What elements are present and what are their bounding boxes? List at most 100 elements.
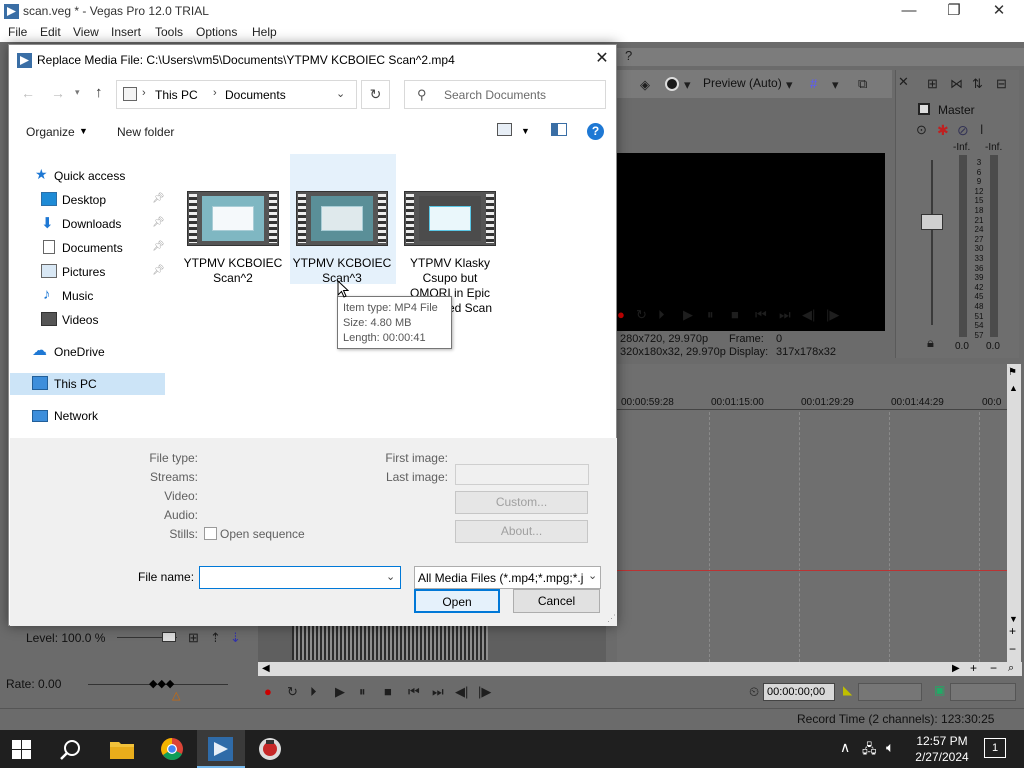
minimize-button[interactable]: — [886,0,932,23]
menu-options[interactable]: Options [196,25,237,39]
next-frame-icon[interactable]: |▶ [826,307,839,323]
scroll-up-icon[interactable]: ▲ [1009,383,1018,393]
mute-icon[interactable]: ⊘ [957,122,969,139]
pause-icon[interactable]: ⏸ [707,307,714,323]
scroll-left-icon[interactable]: ◀ [262,663,270,674]
volume-icon[interactable]: 🔈︎ [886,739,894,756]
organize-dropdown-icon[interactable]: ▼ [79,126,88,136]
play-icon[interactable]: ▶ [683,307,693,323]
nav-music[interactable]: ♪ Music [10,285,166,307]
up-arrow-icon[interactable]: ↑ [95,84,103,101]
system-clock[interactable]: 12:57 PM 2/27/2024 [912,733,972,765]
maximize-button[interactable]: ❐ [931,0,977,23]
cancel-button[interactable]: Cancel [513,589,600,613]
recorder-app-icon[interactable] [258,737,282,761]
last-image-field[interactable] [455,464,589,485]
view-options-icon[interactable] [497,123,512,136]
grid-icon[interactable]: # [810,76,817,91]
fx-icon[interactable]: ⇅ [972,76,983,92]
menu-view[interactable]: View [73,25,99,39]
windows-start-icon[interactable] [12,740,32,760]
master-toggle-icon[interactable] [918,103,930,115]
nav-documents[interactable]: Documents 📌︎ [10,237,166,259]
scroll-right-icon[interactable]: ▶ [952,663,960,674]
dropdown-icon[interactable]: ▾ [832,77,839,93]
breadcrumb-documents[interactable]: Documents [225,88,286,102]
scroll-down-icon[interactable]: ▼ [1009,614,1018,624]
menu-insert[interactable]: Insert [111,25,141,39]
nav-desktop[interactable]: Desktop 📌︎ [10,189,166,211]
timeline-h-scrollbar[interactable] [258,662,1022,676]
file-explorer-icon[interactable] [110,739,134,759]
h-zoom-in-icon[interactable]: + [970,661,977,675]
pause-icon[interactable]: ⏸ [359,684,366,700]
close-button[interactable]: ✕ [976,0,1022,23]
filter-dropdown-icon[interactable]: ⌄ [586,569,600,582]
tool-icon[interactable]: ? [625,48,632,63]
dialog-close-button[interactable]: ✕ [587,45,617,73]
network-status-icon[interactable]: 🖧︎ [862,740,877,762]
nav-pictures[interactable]: Pictures 📌︎ [10,261,166,283]
vegas-taskbar-button[interactable] [197,730,245,768]
go-to-start-icon[interactable]: ⏮ [755,307,767,323]
play-icon[interactable]: ▶ [335,684,345,700]
solo-icon[interactable]: ǀ [980,122,983,137]
nav-downloads[interactable]: ⬇ Downloads 📌︎ [10,213,166,235]
stop-icon[interactable]: ■ [731,307,739,322]
menu-tools[interactable]: Tools [155,25,183,39]
move-up-icon[interactable]: ⇡ [210,630,221,646]
preview-quality[interactable]: Preview (Auto) [703,76,782,90]
nav-quick-access[interactable]: ★ Quick access [10,165,166,187]
file-item[interactable]: YTPMV KCBOIEC Scan^2 [183,191,283,286]
go-to-start-icon[interactable]: ⏮ [408,684,420,700]
selection-length-field[interactable] [950,683,1016,701]
preview-settings-icon[interactable]: ◈ [640,77,650,93]
next-frame-icon[interactable]: |▶ [478,684,491,700]
marker-icon[interactable]: ⚑ [1008,367,1017,378]
show-hidden-icons-icon[interactable]: ∧ [840,739,850,756]
file-name-dropdown-icon[interactable]: ⌄ [386,570,395,583]
close-panel-icon[interactable]: ✕ [898,74,909,90]
track-fx-icon[interactable]: ⊞ [188,630,199,646]
nav-this-pc[interactable]: This PC [10,373,165,395]
address-dropdown-icon[interactable]: ⌄ [336,87,345,100]
organize-button[interactable]: Organize [26,125,75,139]
zoom-out-icon[interactable]: − [1009,642,1016,656]
play-from-start-icon[interactable]: ⏵ [310,684,317,700]
breadcrumb-this-pc[interactable]: This PC [155,88,198,102]
pin-icon[interactable]: 📌︎ [152,265,165,276]
file-type-filter[interactable]: All Media Files (*.mp4;*.mpg;*.j ⌄ [414,566,601,589]
lock-icon[interactable]: 🔒︎ [927,335,934,351]
record-icon[interactable]: ● [264,684,272,699]
selection-start-field[interactable] [858,683,922,701]
notification-center-icon[interactable]: 1 [984,738,1006,758]
menu-file[interactable]: File [8,25,27,39]
dropdown-icon[interactable]: ▾ [786,77,793,93]
prev-frame-icon[interactable]: ◀| [455,684,468,700]
resize-grip-icon[interactable]: ⋰ [607,613,616,624]
move-down-icon[interactable]: ⇣ [230,630,241,646]
custom-button[interactable]: Custom... [455,491,588,514]
pin-icon[interactable]: 📌︎ [152,241,165,252]
open-sequence-checkbox[interactable] [204,527,217,540]
fx-chain-icon[interactable]: ⊙ [916,122,927,138]
bus-icon[interactable]: ⋈ [950,76,963,92]
view-dropdown-icon[interactable]: ▼ [521,126,530,136]
dropdown-icon[interactable]: ▾ [684,77,691,93]
go-to-end-icon[interactable]: ⏭ [432,684,444,700]
mixer-icon[interactable]: ⊞ [927,76,938,92]
rate-slider-thumb[interactable]: ◆◆◆ [149,677,174,690]
h-zoom-out-icon[interactable]: − [990,661,997,675]
record-icon[interactable]: ● [617,307,625,322]
nav-onedrive[interactable]: ☁ OneDrive [10,341,166,363]
zoom-tool-icon[interactable]: ⌕ [1008,662,1014,675]
loop-icon[interactable]: ↻ [636,307,647,323]
loop-icon[interactable]: ↻ [287,684,298,700]
zoom-in-icon[interactable]: + [1009,624,1016,638]
nav-network[interactable]: Network [10,405,166,427]
prev-frame-icon[interactable]: ◀| [802,307,815,323]
overlay-icon[interactable] [665,77,679,91]
nav-videos[interactable]: Videos [10,309,166,331]
pin-icon[interactable]: 📌︎ [152,217,165,228]
menu-edit[interactable]: Edit [40,25,61,39]
